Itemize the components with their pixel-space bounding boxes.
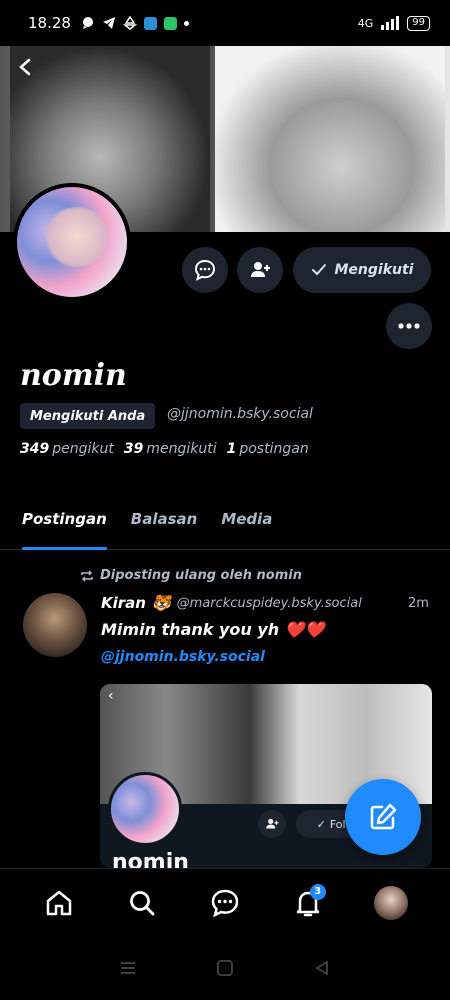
nav-profile[interactable] — [369, 881, 413, 925]
compose-button[interactable] — [345, 779, 421, 855]
posts-stat: 1 postingan — [227, 441, 309, 457]
repost-label: Diposting ulang oleh nomin — [100, 568, 302, 583]
repost-indicator[interactable]: Diposting ulang oleh nomin — [80, 568, 302, 583]
post-author-handle: @marckcuspidey.bsky.social — [176, 595, 362, 611]
chevron-left-icon — [19, 58, 31, 76]
status-time: 18.28 — [28, 14, 71, 32]
bottom-navigation: 3 — [0, 868, 450, 936]
add-user-button[interactable] — [237, 247, 283, 293]
chat-bubble-icon — [194, 259, 216, 281]
home-icon — [47, 890, 72, 915]
profile-display-name: nomin — [20, 358, 127, 393]
post-author-avatar[interactable] — [23, 593, 87, 657]
notification-count-badge: 3 — [309, 883, 326, 900]
post-mention-link[interactable]: @jjnomin.bsky.social — [101, 649, 265, 665]
tab-posts[interactable]: Postingan — [22, 505, 107, 550]
following-label: mengikuti — [146, 441, 217, 457]
post-timestamp: 2m — [408, 596, 429, 611]
chat-bubble-icon — [211, 889, 239, 917]
following-button[interactable]: Mengikuti — [293, 247, 431, 293]
embed-person-plus-icon — [258, 810, 286, 838]
profile-handle: @jjnomin.bsky.social — [167, 406, 313, 422]
embed-chevron-left-icon: ‹ — [108, 688, 114, 704]
tab-replies[interactable]: Balasan — [131, 505, 198, 549]
tab-media[interactable]: Media — [221, 505, 272, 549]
checkmark-icon — [311, 264, 326, 276]
app-icon-blue — [143, 16, 157, 30]
status-bar: 18.28 4G 99 — [0, 0, 450, 46]
search-icon — [130, 890, 155, 915]
recycle-icon — [122, 16, 137, 30]
post-text: Mimin thank you yh ❤️❤️ — [101, 620, 325, 639]
post-author-emoji: 🐯 — [151, 594, 171, 612]
nav-search[interactable] — [120, 881, 164, 925]
follows-you-badge: Mengikuti Anda — [20, 403, 156, 429]
compose-pencil-icon — [370, 803, 397, 830]
more-options-button[interactable] — [386, 303, 432, 349]
nav-notifications[interactable]: 3 — [286, 881, 330, 925]
followers-stat[interactable]: 349 pengikut — [20, 441, 114, 457]
dot-icon — [183, 20, 189, 26]
following-button-label: Mengikuti — [334, 262, 414, 278]
banner-photo-right — [215, 46, 445, 232]
nav-messages[interactable] — [203, 881, 247, 925]
following-count: 39 — [123, 441, 144, 457]
posts-count: 1 — [226, 441, 237, 457]
post-author[interactable]: Kiran 🐯 @marckcuspidey.bsky.social — [101, 594, 362, 612]
message-button[interactable] — [182, 247, 228, 293]
app-icon-green — [163, 16, 177, 30]
system-navigation-bar — [0, 936, 450, 1000]
notification-icons — [81, 16, 189, 30]
battery-indicator: 99 — [407, 15, 430, 31]
embed-avatar-image — [108, 772, 182, 846]
ellipsis-icon — [398, 323, 420, 329]
followers-count: 349 — [20, 441, 50, 457]
chat-notification-icon — [82, 17, 93, 29]
profile-avatar-thumbnail — [373, 885, 408, 920]
posts-label: postingan — [239, 441, 309, 457]
post-author-name: Kiran — [101, 594, 146, 612]
back-button[interactable] — [10, 52, 40, 82]
nav-home[interactable] — [37, 881, 81, 925]
following-stat[interactable]: 39 mengikuti — [124, 441, 217, 457]
person-plus-icon — [251, 262, 270, 277]
network-type: 4G — [357, 16, 374, 30]
embed-display-name: nomin — [112, 850, 189, 868]
followers-label: pengikut — [52, 441, 114, 457]
signal-icon — [381, 16, 400, 30]
home-square-icon[interactable] — [216, 959, 234, 977]
embed-checkmark-icon: ✓ — [316, 817, 326, 831]
profile-avatar[interactable] — [13, 183, 131, 301]
repost-icon — [81, 569, 93, 582]
telegram-icon — [102, 17, 115, 29]
profile-stats: 349 pengikut 39 mengikuti 1 postingan — [20, 441, 309, 457]
back-triangle-icon[interactable] — [313, 959, 331, 977]
profile-tabs: Postingan Balasan Media — [0, 505, 450, 550]
recent-apps-icon[interactable] — [119, 960, 137, 976]
